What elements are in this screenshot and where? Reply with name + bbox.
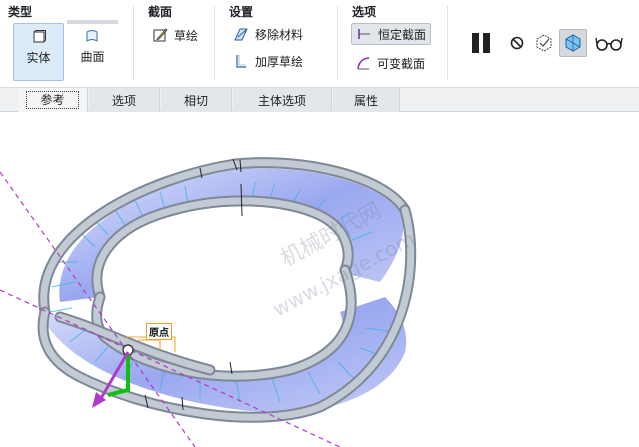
pause-icon [472,33,490,53]
variable-section-label: 可变截面 [377,56,426,71]
thicken-sketch-button[interactable]: 加厚草绘 [229,50,307,72]
sketch-icon [153,28,168,42]
constant-section-button[interactable]: 恒定截面 [351,23,432,45]
verify-preview-icon [536,34,552,52]
options-group-title: 选项 [352,5,377,19]
verify-preview-button[interactable] [532,29,556,57]
thicken-sketch-label: 加厚草绘 [255,54,304,69]
settings-group-title: 设置 [229,5,254,19]
tab-label: 选项 [111,93,136,108]
thicken-sketch-icon [236,55,246,68]
feature-preview-icon [565,34,581,52]
remove-material-button[interactable]: 移除材料 [229,23,307,45]
solid-type-button[interactable]: 实体 [13,23,64,81]
group-divider [447,6,448,80]
type-group: 类型 实体 曲面 [0,0,133,86]
variable-section-button[interactable]: 可变截面 [351,52,429,74]
tab-references[interactable]: 参考 [18,88,88,112]
variable-section-icon [357,57,370,70]
model-viewport[interactable]: 原点 机械时代网 www.jxage.com [0,112,639,447]
tab-properties[interactable]: 属性 [333,88,400,112]
no-preview-icon [510,36,524,50]
type-group-title: 类型 [8,5,33,19]
sketch-button[interactable]: 草绘 [148,24,202,46]
constant-section-label: 恒定截面 [378,27,427,42]
surface-type-label: 曲面 [80,50,105,64]
section-group: 截面 草绘 [134,0,214,86]
pause-button[interactable] [466,29,496,57]
solid-icon [33,30,46,43]
glasses-icon [595,37,623,51]
remove-material-icon [234,28,248,41]
tab-label: 主体选项 [257,93,306,108]
tab-label: 相切 [183,93,208,108]
dashboard-tabs: 参考 选项 相切 主体选项 属性 [0,88,639,112]
start-point-label: 原点 [146,323,172,340]
glasses-button[interactable] [594,29,624,57]
tab-body-options[interactable]: 主体选项 [233,88,332,112]
constant-section-icon [358,29,370,39]
remove-material-label: 移除材料 [255,27,304,42]
tab-label: 参考 [26,91,79,109]
tab-label: 属性 [353,93,378,108]
feature-preview-button[interactable] [559,29,587,57]
no-preview-button[interactable] [506,29,528,57]
surface-icon [86,30,98,42]
settings-group: 设置 移除材料 加厚草绘 [215,0,337,86]
options-group: 选项 恒定截面 可变截面 [338,0,446,86]
solid-type-label: 实体 [26,51,51,65]
tab-tangency[interactable]: 相切 [161,88,232,112]
sketch-label: 草绘 [174,28,199,43]
surface-type-button[interactable]: 曲面 [67,23,118,81]
ribbon-toolbar: 类型 实体 曲面 截面 草绘 设置 移除材料 加厚草绘 选项 恒定截面 可变截面 [0,0,639,88]
tab-options[interactable]: 选项 [89,88,160,112]
section-group-title: 截面 [148,5,173,19]
